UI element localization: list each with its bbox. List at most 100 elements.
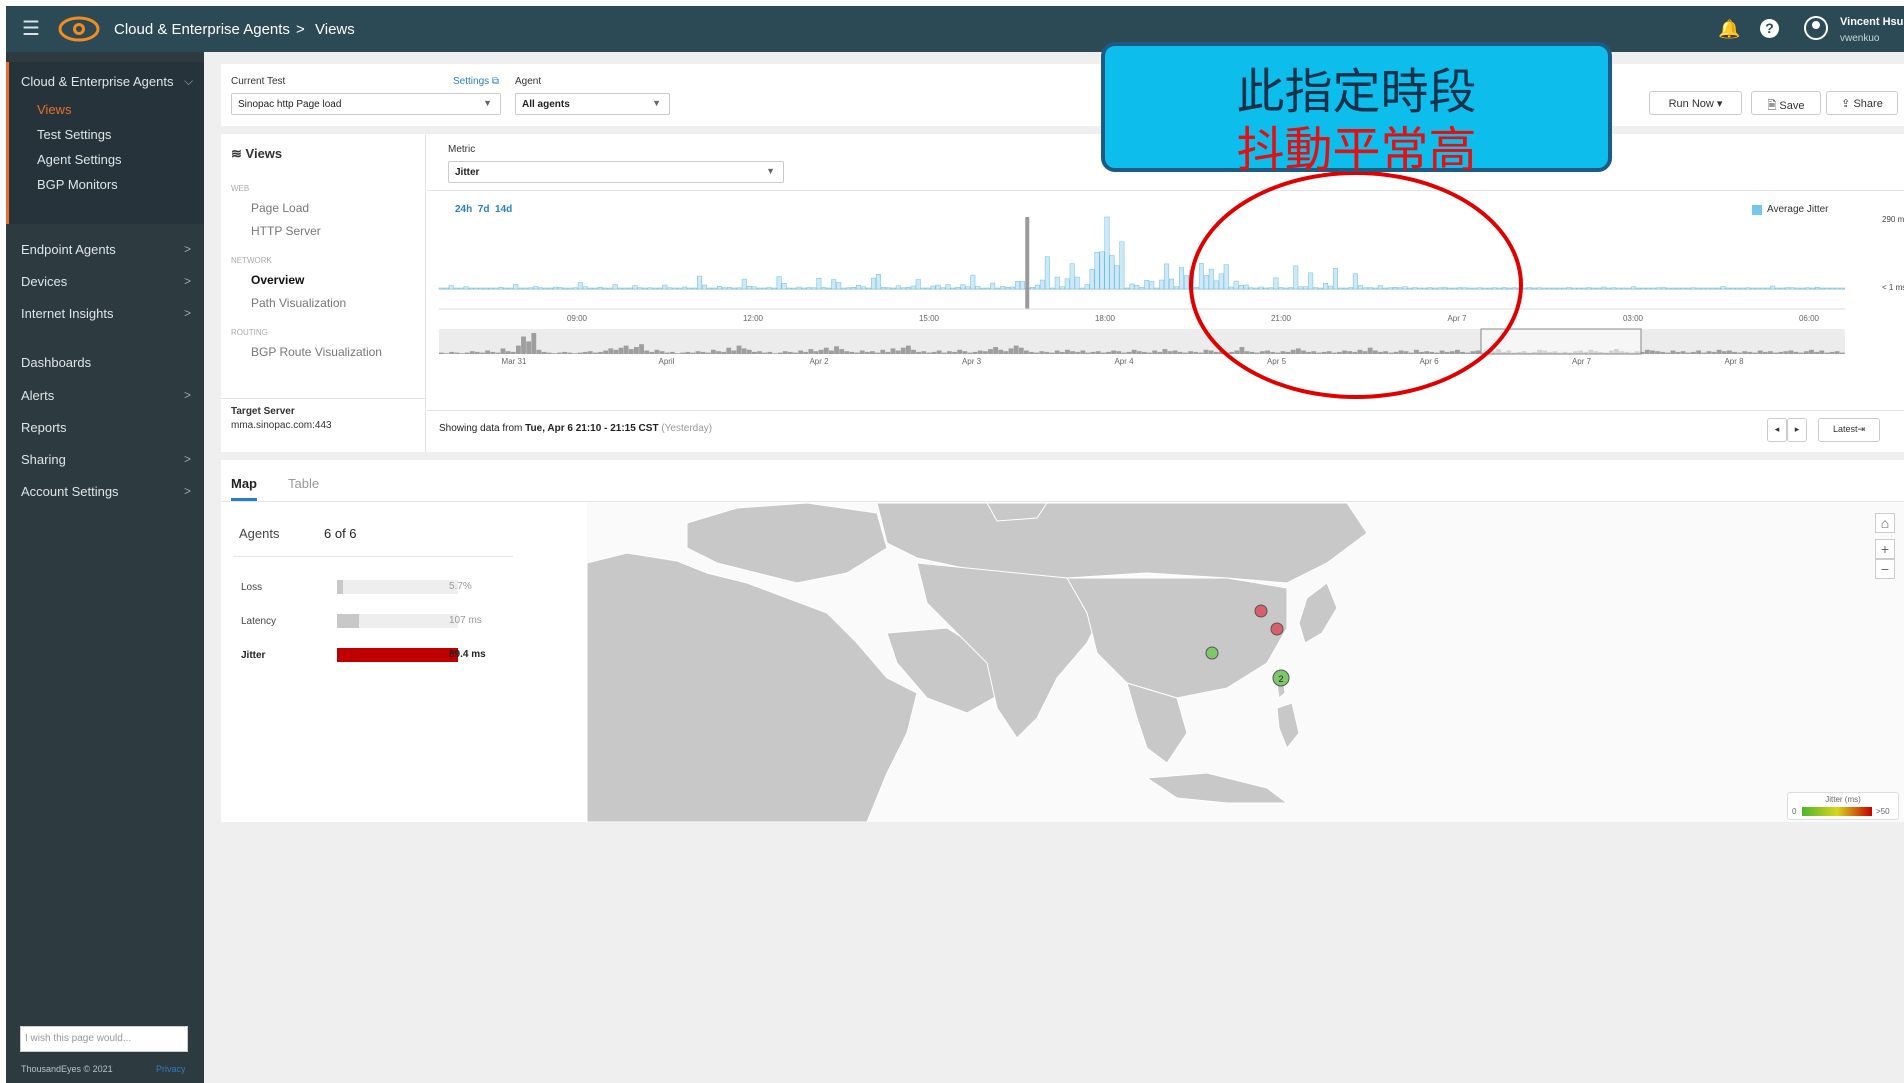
- jitter-bar: [597, 287, 603, 290]
- chevron-right-icon[interactable]: >: [184, 484, 191, 498]
- overview-bar: [536, 349, 542, 354]
- overview-bar: [1188, 351, 1194, 354]
- jitter-bar: [1010, 286, 1016, 290]
- sidebar-item-devices[interactable]: Devices: [21, 274, 67, 289]
- overview-bar: [1106, 351, 1111, 354]
- sidebar-item-cloud-enterprise-agents[interactable]: Cloud & Enterprise Agents: [21, 74, 173, 89]
- metric-select[interactable]: Jitter ▼: [448, 161, 784, 183]
- jitter-bar: [866, 287, 871, 290]
- external-link-icon[interactable]: ⧉: [492, 76, 499, 87]
- jitter-bar: [1049, 287, 1055, 290]
- agent-marker-good[interactable]: [1205, 646, 1219, 660]
- overview-bar: [1034, 352, 1040, 354]
- user-name[interactable]: Vincent Hsu: [1840, 16, 1903, 28]
- view-path-visualization[interactable]: Path Visualization: [251, 296, 346, 310]
- jitter-timeline[interactable]: 290 ms< 1 ms09:0012:0015:0018:0021:00Apr…: [427, 194, 1904, 410]
- metric-latency-bar[interactable]: [337, 614, 458, 628]
- sidebar-subitem-agent-settings[interactable]: Agent Settings: [37, 152, 122, 167]
- jitter-bar: [1829, 287, 1835, 290]
- latest-button[interactable]: Latest⇥: [1818, 418, 1880, 442]
- jitter-bar: [915, 279, 921, 290]
- jitter-bar: [826, 287, 832, 290]
- bell-icon[interactable]: 🔔: [1718, 19, 1740, 40]
- sidebar: Cloud & Enterprise Agents ⌵ Views Test S…: [6, 52, 204, 1083]
- jitter-bar: [1730, 287, 1736, 290]
- save-button[interactable]: 🗎 Save: [1751, 91, 1821, 115]
- view-overview[interactable]: Overview: [251, 273, 304, 287]
- current-test-select[interactable]: Sinopac http Page load ▼: [231, 93, 501, 115]
- jitter-bar: [562, 287, 568, 290]
- agent-select[interactable]: All agents ▼: [515, 93, 670, 115]
- avatar[interactable]: [1804, 16, 1828, 40]
- sidebar-item-sharing[interactable]: Sharing: [21, 452, 66, 467]
- sidebar-subitem-views[interactable]: Views: [37, 102, 71, 117]
- agent-marker-poor[interactable]: [1270, 622, 1284, 636]
- menu-icon[interactable]: ☰: [22, 19, 40, 39]
- target-server-label: Target Server: [231, 406, 295, 417]
- jitter-bar: [861, 286, 867, 290]
- overview-bar: [1824, 352, 1830, 354]
- zoom-in-button[interactable]: +: [1875, 539, 1895, 559]
- sidebar-item-dashboards[interactable]: Dashboards: [21, 355, 91, 370]
- world-map[interactable]: 2: [587, 503, 1904, 822]
- view-page-load[interactable]: Page Load: [251, 201, 309, 215]
- chevron-right-icon[interactable]: >: [184, 242, 191, 256]
- run-now-button[interactable]: Run Now ▾: [1649, 91, 1742, 115]
- overview-bar: [957, 349, 963, 354]
- jitter-bar: [473, 287, 479, 290]
- jitter-chart-svg[interactable]: 290 ms< 1 ms09:0012:0015:0018:0021:00Apr…: [427, 194, 1904, 410]
- sidebar-item-alerts[interactable]: Alerts: [21, 388, 54, 403]
- sidebar-subitem-bgp-monitors[interactable]: BGP Monitors: [37, 177, 118, 192]
- thousandeyes-logo-icon[interactable]: [58, 15, 100, 43]
- view-bgp-route-visualization[interactable]: BGP Route Visualization: [251, 345, 382, 359]
- user-id: vwenkuo: [1840, 33, 1880, 44]
- chevron-right-icon[interactable]: >: [184, 306, 191, 320]
- jitter-bar: [622, 287, 628, 290]
- home-icon[interactable]: ⌂: [1875, 513, 1895, 533]
- chevron-right-icon[interactable]: >: [184, 388, 191, 402]
- settings-link-label[interactable]: Settings: [453, 76, 489, 87]
- sidebar-item-internet-insights[interactable]: Internet Insights: [21, 306, 114, 321]
- x-tick-label: 12:00: [743, 314, 764, 323]
- jitter-bar: [548, 287, 554, 290]
- metric-loss-bar[interactable]: [337, 580, 458, 594]
- sidebar-item-endpoint-agents[interactable]: Endpoint Agents: [21, 242, 116, 257]
- help-icon[interactable]: ?: [1760, 19, 1779, 38]
- prev-button[interactable]: ◂: [1767, 418, 1787, 442]
- run-now-label: Run Now: [1668, 98, 1714, 110]
- jitter-bar: [632, 285, 638, 290]
- chevron-right-icon[interactable]: >: [184, 274, 191, 288]
- privacy-link[interactable]: Privacy: [156, 1064, 186, 1074]
- jitter-bar: [841, 287, 847, 290]
- map-svg[interactable]: 2: [587, 503, 1904, 822]
- tab-table[interactable]: Table: [288, 476, 319, 491]
- sidebar-subitem-test-settings[interactable]: Test Settings: [37, 127, 111, 142]
- agent-marker-poor[interactable]: [1254, 604, 1268, 618]
- chevron-right-icon[interactable]: >: [184, 452, 191, 466]
- sidebar-item-reports[interactable]: Reports: [21, 420, 67, 435]
- jitter-bar: [1104, 216, 1110, 290]
- overview-bar: [1711, 351, 1717, 354]
- view-http-server[interactable]: HTTP Server: [251, 224, 321, 238]
- overview-bar: [1675, 351, 1681, 354]
- app-title[interactable]: Cloud & Enterprise Agents: [114, 21, 290, 38]
- overview-bar: [587, 351, 593, 354]
- metric-jitter-bar[interactable]: [337, 648, 458, 662]
- share-button[interactable]: ⇪ Share: [1826, 91, 1898, 115]
- overview-bar: [1829, 351, 1835, 354]
- overview-bar: [1121, 352, 1127, 354]
- chevron-down-icon[interactable]: ⌵: [184, 74, 193, 89]
- tab-map[interactable]: Map: [231, 476, 257, 491]
- overview-bar: [1768, 351, 1773, 354]
- map-land: [587, 503, 1368, 822]
- overview-bar: [454, 352, 460, 354]
- zoom-out-button[interactable]: −: [1875, 559, 1895, 579]
- overview-bar: [1172, 350, 1178, 354]
- next-button[interactable]: ▸: [1787, 418, 1807, 442]
- jitter-bar: [1000, 286, 1006, 290]
- settings-link[interactable]: Settings ⧉: [453, 76, 499, 87]
- feedback-input[interactable]: I wish this page would...: [20, 1026, 188, 1052]
- sidebar-item-account-settings[interactable]: Account Settings: [21, 484, 119, 499]
- app-frame: ☰ Cloud & Enterprise Agents > Views 🔔 ? …: [6, 6, 1904, 1083]
- jitter-bar: [478, 287, 484, 290]
